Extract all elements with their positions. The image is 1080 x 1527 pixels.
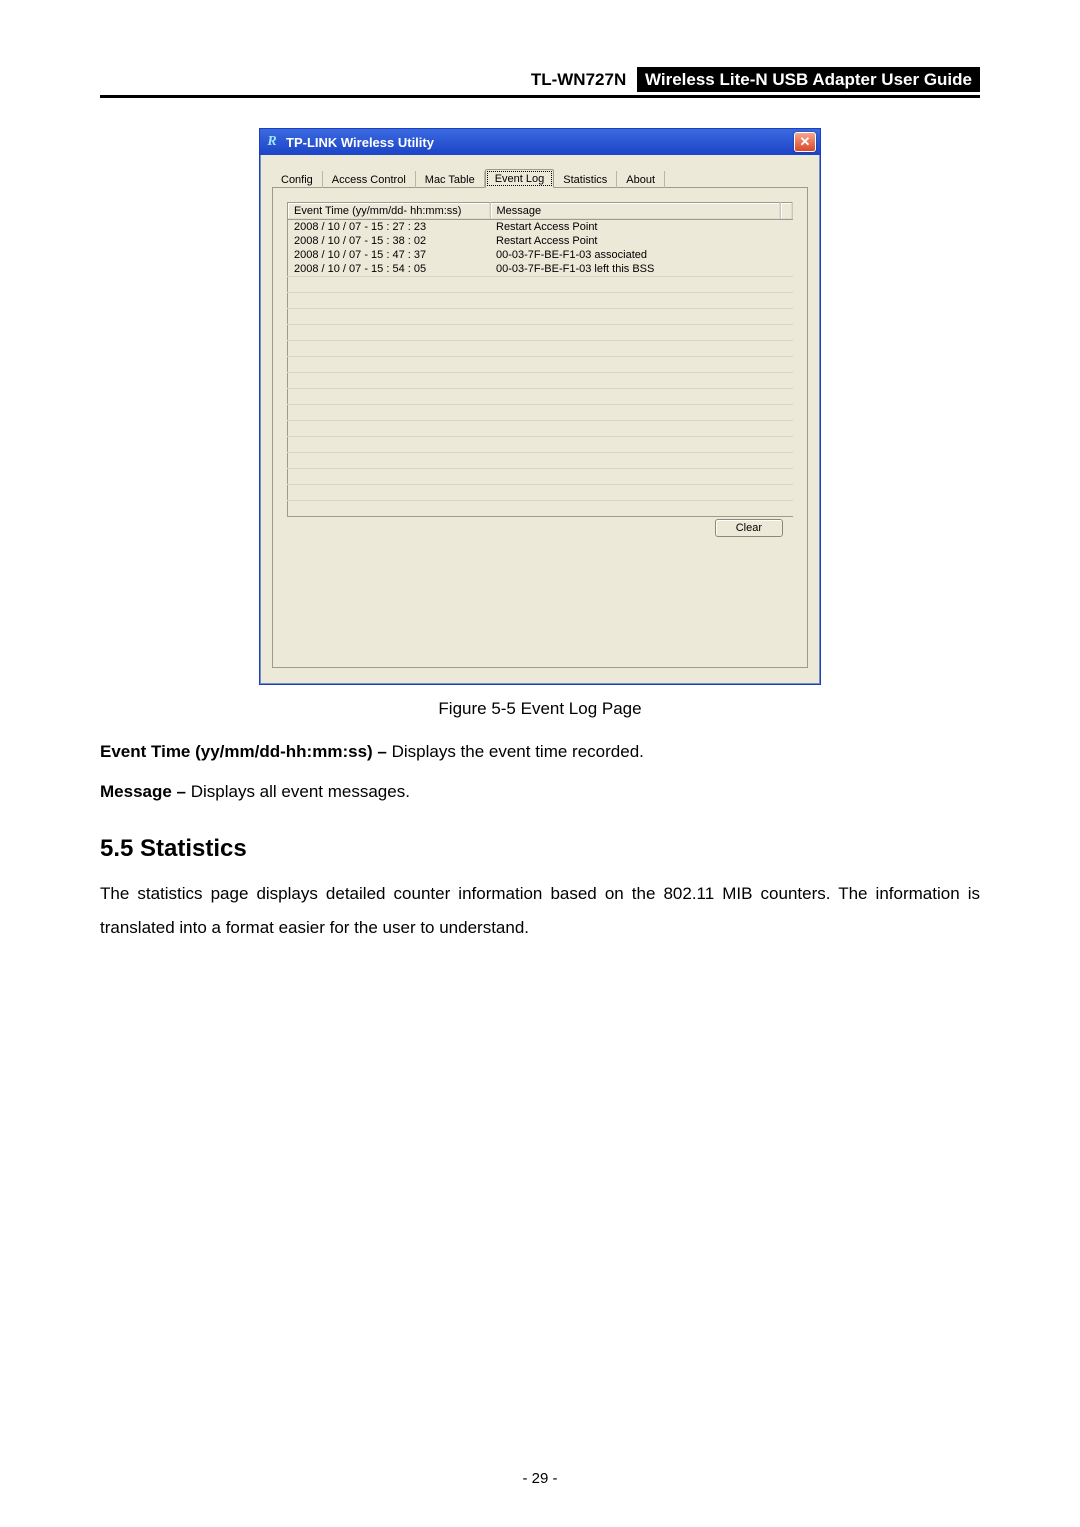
- table-row: [288, 357, 793, 373]
- cell-message: Restart Access Point: [490, 234, 781, 248]
- para-event-time: Event Time (yy/mm/dd-hh:mm:ss) – Display…: [100, 735, 980, 769]
- tab-access-control[interactable]: Access Control: [323, 171, 416, 188]
- section-heading: 5.5 Statistics: [100, 835, 980, 863]
- table-row: [288, 469, 793, 485]
- table-row[interactable]: 2008 / 10 / 07 - 15 : 27 : 23Restart Acc…: [288, 220, 793, 235]
- doc-header: TL-WN727N Wireless Lite-N USB Adapter Us…: [100, 70, 980, 98]
- tab-event-log[interactable]: Event Log: [485, 169, 555, 188]
- table-row: [288, 485, 793, 501]
- table-row: [288, 325, 793, 341]
- app-icon: R: [264, 134, 280, 150]
- tab-mac-table[interactable]: Mac Table: [416, 171, 485, 188]
- table-row: [288, 309, 793, 325]
- figure-wrap: R TP-LINK Wireless Utility ✕ Config Acce…: [100, 128, 980, 719]
- tabstrip: Config Access Control Mac Table Event Lo…: [272, 165, 808, 188]
- col-header-message[interactable]: Message: [490, 203, 781, 220]
- table-row: [288, 501, 793, 517]
- col-header-spacer: [781, 203, 793, 220]
- cell-message: 00-03-7F-BE-F1-03 left this BSS: [490, 262, 781, 277]
- page-number: - 29 -: [0, 1470, 1080, 1487]
- cell-time: 2008 / 10 / 07 - 15 : 47 : 37: [288, 248, 491, 262]
- table-row: [288, 277, 793, 293]
- model-number: TL-WN727N: [525, 67, 632, 92]
- titlebar: R TP-LINK Wireless Utility ✕: [260, 129, 820, 155]
- cell-time: 2008 / 10 / 07 - 15 : 38 : 02: [288, 234, 491, 248]
- cell-message: Restart Access Point: [490, 220, 781, 235]
- cell-message: 00-03-7F-BE-F1-03 associated: [490, 248, 781, 262]
- figure-caption: Figure 5-5 Event Log Page: [100, 699, 980, 719]
- table-row: [288, 373, 793, 389]
- table-row: [288, 293, 793, 309]
- tab-config[interactable]: Config: [272, 171, 323, 188]
- clear-button[interactable]: Clear: [715, 519, 783, 537]
- table-row: [288, 453, 793, 469]
- tab-panel-event-log: Event Time (yy/mm/dd- hh:mm:ss) Message …: [272, 188, 808, 668]
- window: R TP-LINK Wireless Utility ✕ Config Acce…: [259, 128, 821, 685]
- table-row[interactable]: 2008 / 10 / 07 - 15 : 47 : 3700-03-7F-BE…: [288, 248, 793, 262]
- col-header-time[interactable]: Event Time (yy/mm/dd- hh:mm:ss): [288, 203, 491, 220]
- table-row[interactable]: 2008 / 10 / 07 - 15 : 54 : 0500-03-7F-BE…: [288, 262, 793, 277]
- cell-time: 2008 / 10 / 07 - 15 : 54 : 05: [288, 262, 491, 277]
- para-event-time-label: Event Time (yy/mm/dd-hh:mm:ss) –: [100, 742, 387, 761]
- table-row: [288, 421, 793, 437]
- doc-title: Wireless Lite-N USB Adapter User Guide: [637, 67, 980, 92]
- table-row: [288, 341, 793, 357]
- table-row: [288, 405, 793, 421]
- table-row: [288, 389, 793, 405]
- event-log-table: Event Time (yy/mm/dd- hh:mm:ss) Message …: [287, 202, 793, 517]
- table-row: [288, 437, 793, 453]
- cell-time: 2008 / 10 / 07 - 15 : 27 : 23: [288, 220, 491, 235]
- tab-about[interactable]: About: [617, 171, 665, 188]
- close-icon[interactable]: ✕: [794, 132, 816, 152]
- section-body: The statistics page displays detailed co…: [100, 877, 980, 945]
- tab-statistics[interactable]: Statistics: [554, 171, 617, 188]
- para-message-label: Message –: [100, 782, 186, 801]
- window-body: Config Access Control Mac Table Event Lo…: [260, 155, 820, 684]
- window-title: TP-LINK Wireless Utility: [286, 135, 434, 150]
- table-row[interactable]: 2008 / 10 / 07 - 15 : 38 : 02Restart Acc…: [288, 234, 793, 248]
- para-message: Message – Displays all event messages.: [100, 775, 980, 809]
